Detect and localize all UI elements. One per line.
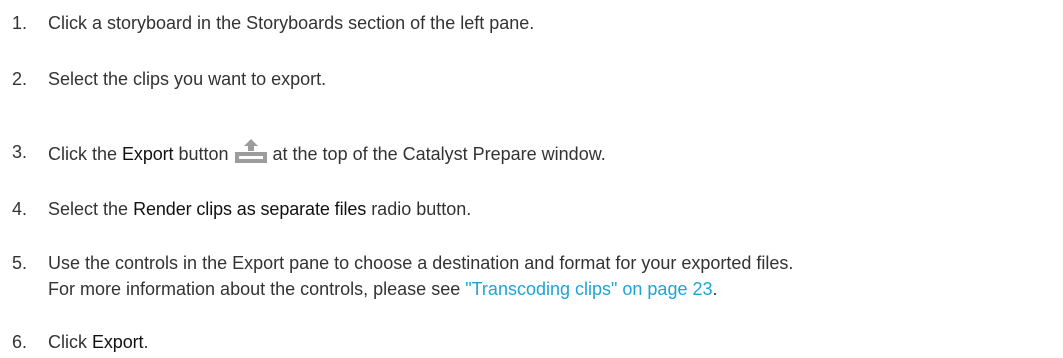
radio-option-name: Render clips as separate files bbox=[133, 199, 367, 219]
step-text-line-1: Use the controls in the Export pane to c… bbox=[48, 253, 794, 273]
export-upload-icon bbox=[234, 139, 267, 163]
step-number: 4. bbox=[12, 199, 28, 219]
step-number: 1. bbox=[12, 13, 28, 33]
step-text: Select the Render clips as separate file… bbox=[48, 196, 1063, 222]
step-4: 4. Select the Render clips as separate f… bbox=[0, 196, 1063, 222]
step-2: 2. Select the clips you want to export. bbox=[0, 66, 1063, 92]
step-5: 5. Use the controls in the Export pane t… bbox=[0, 250, 1063, 302]
step-number: 2. bbox=[12, 69, 28, 89]
step-text-mid: button bbox=[173, 144, 229, 164]
step-text-pre: Select the bbox=[48, 199, 134, 219]
step-text: Select the clips you want to export. bbox=[48, 69, 327, 89]
step-number: 6. bbox=[12, 332, 28, 352]
step-text-pre: Click bbox=[48, 332, 92, 352]
step-1: 1. Click a storyboard in the Storyboards… bbox=[0, 10, 1063, 36]
step-text: Click Export. bbox=[48, 329, 1063, 355]
export-button-name: Export bbox=[122, 144, 174, 164]
step-text-line-2-post: . bbox=[712, 279, 718, 299]
step-text: Use the controls in the Export pane to c… bbox=[48, 250, 1063, 302]
step-text-post: . bbox=[143, 332, 149, 352]
step-6: 6. Click Export. bbox=[0, 329, 1063, 355]
step-text: Click a storyboard in the Storyboards se… bbox=[48, 13, 535, 33]
step-number: 3. bbox=[12, 142, 28, 162]
step-3: 3. Click the Export button at the top of … bbox=[0, 139, 1063, 167]
step-text-line-2-pre: For more information about the controls,… bbox=[48, 279, 466, 299]
transcoding-clips-link[interactable]: "Transcoding clips" on page 23 bbox=[465, 279, 712, 299]
step-text-post: radio button. bbox=[366, 199, 472, 219]
export-button-name: Export bbox=[92, 332, 144, 352]
step-text-post: at the top of the Catalyst Prepare windo… bbox=[272, 144, 606, 164]
step-text-pre: Click the bbox=[48, 144, 123, 164]
step-text: Click the Export button at the top of the… bbox=[48, 139, 1063, 167]
step-number: 5. bbox=[12, 253, 28, 273]
